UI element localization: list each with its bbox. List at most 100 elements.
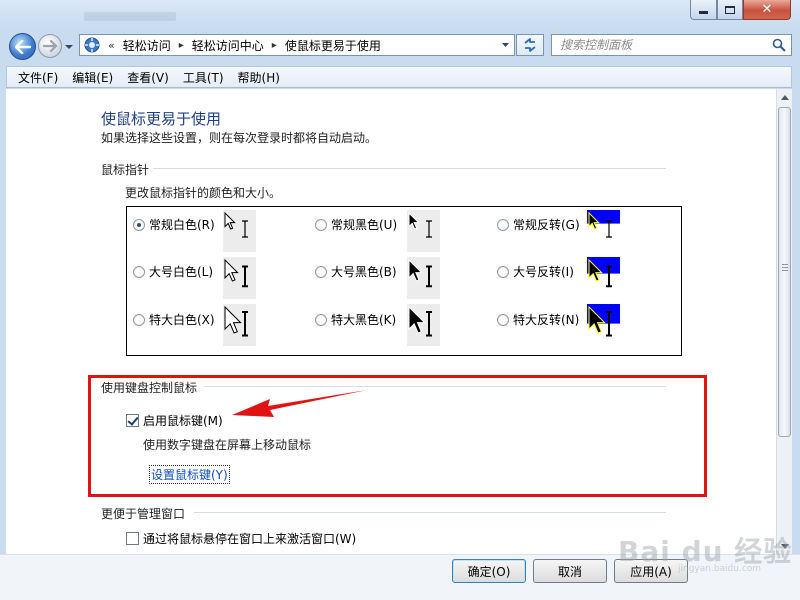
pointer-option-white-large[interactable]: 大号白色(L) (133, 263, 213, 280)
address-overflow[interactable]: « (108, 39, 115, 52)
cursor-preview-icon (587, 210, 620, 238)
annotation-arrow-icon (232, 390, 367, 417)
pointer-option-label[interactable]: 大号反转(I) (513, 263, 574, 280)
scroll-down-icon (781, 543, 789, 549)
history-dropdown-icon[interactable] (64, 42, 74, 52)
back-button[interactable] (9, 33, 36, 60)
cursor-preview-icon (587, 257, 620, 288)
pointer-preview-icon (587, 304, 620, 346)
menu-file[interactable]: 文件(F) (11, 69, 65, 86)
apply-button[interactable]: 应用(A) (614, 559, 688, 583)
menu-edit[interactable]: 编辑(E) (65, 69, 120, 86)
forward-arrow-icon (43, 40, 57, 52)
breadcrumb-ease-of-access-center[interactable]: 轻松访问中心 (192, 37, 264, 54)
search-icon[interactable] (772, 38, 786, 52)
forward-button[interactable] (38, 34, 62, 58)
pointer-option-white-xlarge[interactable]: 特大白色(X) (133, 311, 215, 328)
pointer-radio[interactable] (133, 313, 145, 326)
pointer-preview-icon (223, 210, 256, 252)
pointer-preview-icon (407, 304, 440, 346)
breadcrumb-mouse-easier[interactable]: 使鼠标更易于使用 (285, 37, 381, 54)
pointer-radio[interactable] (315, 218, 327, 231)
pointer-option-label[interactable]: 大号黑色(B) (331, 263, 397, 280)
menu-help[interactable]: 帮助(H) (231, 69, 287, 86)
pointer-option-label[interactable]: 常规反转(G) (513, 216, 580, 233)
breadcrumb-separator-icon[interactable]: ▸ (179, 40, 184, 51)
cursor-preview-icon (408, 258, 432, 288)
cursor-preview-icon (408, 305, 432, 337)
pointer-option-black-xlarge[interactable]: 特大黑色(K) (315, 311, 396, 328)
pointer-option-label[interactable]: 特大反转(N) (513, 311, 579, 328)
section-heading-pointers: 鼠标指针 (101, 163, 150, 177)
scroll-up-button[interactable] (777, 89, 793, 105)
hover-activate-checkbox[interactable] (126, 532, 139, 545)
page-title: 使鼠标更易于使用 (101, 110, 222, 128)
pointer-preview-icon (587, 210, 620, 252)
cursor-preview-icon (224, 305, 248, 337)
menu-tools[interactable]: 工具(T) (176, 69, 231, 86)
section-heading-windows: 更便于管理窗口 (101, 507, 186, 521)
control-panel-icon (84, 37, 100, 53)
hover-activate-label[interactable]: 通过将鼠标悬停在窗口上来激活窗口(W) (143, 530, 356, 547)
breadcrumb-separator-icon[interactable]: ▸ (272, 40, 277, 51)
cursor-preview-icon (224, 258, 248, 288)
pointer-option-label[interactable]: 特大白色(X) (149, 311, 215, 328)
pointer-radio[interactable] (315, 265, 327, 278)
pointer-option-label[interactable]: 大号白色(L) (149, 263, 213, 280)
pointer-option-inverted-large[interactable]: 大号反转(I) (497, 263, 574, 280)
breadcrumb: « 轻松访问 ▸ 轻松访问中心 ▸ 使鼠标更易于使用 (108, 37, 381, 54)
pointer-preview-icon (407, 257, 440, 299)
hover-activate-option[interactable]: 通过将鼠标悬停在窗口上来激活窗口(W) (126, 530, 356, 547)
page-description: 如果选择这些设置，则在每次登录时都将自动启动。 (101, 131, 378, 145)
breadcrumb-ease-of-access[interactable]: 轻松访问 (123, 37, 171, 54)
pointer-radio[interactable] (497, 265, 509, 278)
ok-button[interactable]: 确定(O) (452, 559, 526, 583)
pointer-option-label[interactable]: 常规黑色(U) (331, 216, 397, 233)
section-divider (153, 168, 666, 169)
title-bar: ✕ (0, 0, 800, 28)
pointer-scheme-panel: 常规白色(R) 常规黑色(U) 常规反转(G) 大号白色(L) 大号黑色(B) 大号反转(… (126, 206, 682, 356)
pointer-option-inverted-xlarge[interactable]: 特大反转(N) (497, 311, 579, 328)
vertical-scrollbar[interactable] (776, 89, 792, 554)
pointer-preview-icon (223, 257, 256, 299)
minimize-button[interactable] (690, 0, 717, 20)
pointer-radio[interactable] (315, 313, 327, 326)
address-bar[interactable]: « 轻松访问 ▸ 轻松访问中心 ▸ 使鼠标更易于使用 (79, 34, 515, 56)
refresh-button[interactable] (516, 34, 544, 56)
navigation-bar: « 轻松访问 ▸ 轻松访问中心 ▸ 使鼠标更易于使用 (0, 28, 800, 66)
cursor-preview-icon (224, 211, 248, 238)
close-button[interactable]: ✕ (743, 0, 791, 20)
maximize-icon (725, 5, 735, 14)
dialog-footer: 确定(O) 取消 应用(A) (0, 554, 800, 600)
scrollbar-thumb[interactable] (778, 107, 791, 437)
pointer-option-label[interactable]: 特大黑色(K) (331, 311, 396, 328)
close-icon: ✕ (761, 2, 773, 17)
menu-view[interactable]: 查看(V) (120, 69, 176, 86)
search-input[interactable] (558, 36, 772, 54)
scrollbar-grip (782, 264, 788, 272)
pointer-radio[interactable] (133, 265, 145, 278)
pointer-option-label[interactable]: 常规白色(R) (149, 216, 215, 233)
refresh-icon (524, 38, 536, 52)
pointer-preview-icon (223, 304, 256, 346)
pointer-radio[interactable] (133, 218, 145, 231)
scroll-down-button[interactable] (777, 538, 793, 554)
pointer-option-black-large[interactable]: 大号黑色(B) (315, 263, 397, 280)
pointer-option-black-normal[interactable]: 常规黑色(U) (315, 216, 397, 233)
pointer-radio[interactable] (497, 313, 509, 326)
pointer-preview-icon (407, 210, 440, 252)
pointer-preview-icon (587, 257, 620, 299)
address-dropdown-icon[interactable] (501, 41, 510, 50)
back-arrow-icon (14, 39, 31, 54)
pointer-radio[interactable] (497, 218, 509, 231)
menu-bar: 文件(F) 编辑(E) 查看(V) 工具(T) 帮助(H) (6, 66, 792, 88)
cursor-preview-icon (408, 211, 432, 238)
search-box[interactable] (551, 34, 792, 56)
pointer-option-inverted-normal[interactable]: 常规反转(G) (497, 216, 580, 233)
annotation-highlight-box (88, 375, 707, 497)
pointer-option-white-normal[interactable]: 常规白色(R) (133, 216, 215, 233)
maximize-button[interactable] (717, 0, 743, 20)
window-title (84, 12, 176, 21)
content-pane: 使鼠标更易于使用 如果选择这些设置，则在每次登录时都将自动启动。 鼠标指针 更改… (6, 89, 776, 554)
cancel-button[interactable]: 取消 (533, 559, 607, 583)
